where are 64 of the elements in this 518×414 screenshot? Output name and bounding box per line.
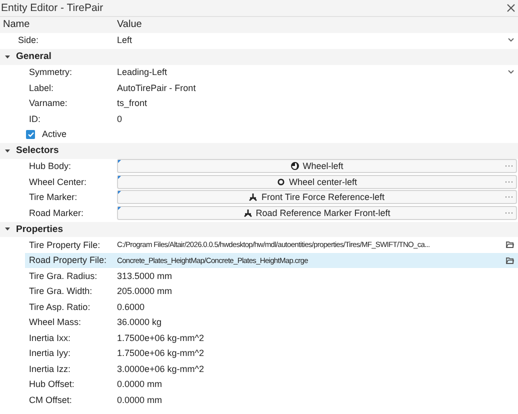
property-value[interactable]: 313.5000 mm [117,270,172,281]
property-value[interactable]: 0 [117,114,122,124]
folder-icon[interactable] [506,256,514,264]
property-value[interactable]: 0.0000 mm [117,394,162,405]
property-label: CM Offset: [28,394,73,405]
body-icon [290,162,299,170]
collapse-caret-icon[interactable] [5,54,10,59]
property-label: Tire Marker: [28,192,78,202]
property-value[interactable]: 0.6000 [117,302,145,312]
property-label: Tire Asp. Ratio: [28,302,92,312]
corner-mark-icon [118,160,121,164]
property-value[interactable]: 1.7500e+06 kg-mm^2 [117,332,204,343]
property-label: Inertia Ixx: [28,332,72,343]
section-title: Selectors [16,145,59,156]
entity-selector[interactable]: Front Tire Force Reference-left [117,190,517,204]
more-dots-icon[interactable] [505,210,513,216]
property-label: Varname: [28,98,68,108]
entity-selector[interactable]: Wheel center-left [117,174,517,189]
property-label: Tire Gra. Width: [28,286,94,296]
collapse-caret-icon[interactable] [5,148,10,153]
property-label: Road Marker: [28,208,85,218]
property-label: Road Property File: [28,255,108,266]
more-dots-icon[interactable] [505,163,513,170]
corner-mark-icon [118,191,121,194]
corner-mark-icon [118,206,121,210]
more-dots-icon[interactable] [505,194,513,200]
property-value[interactable]: AutoTirePair - Front [117,82,196,93]
section-title: General [16,51,52,62]
column-header: Value [117,19,143,30]
marker-icon [249,193,258,202]
checkbox[interactable] [26,130,35,139]
property-label: Inertia Iyy: [28,348,72,358]
dropdown-value[interactable]: Left [117,35,132,46]
property-label: Tire Gra. Radius: [28,270,98,281]
dropdown-value[interactable]: Leading-Left [117,67,168,78]
property-label: Wheel Mass: [28,317,82,328]
property-label: Inertia Izz: [28,364,72,374]
marker-icon [244,208,252,217]
window-title: Entity Editor - TirePair [1,2,104,14]
property-label: Label: [28,82,55,93]
property-label: Symmetry: [28,67,74,78]
checkbox-label: Active [42,129,67,140]
close-icon[interactable] [507,4,515,12]
point-icon [276,178,285,186]
property-value[interactable]: 0.0000 mm [117,379,162,390]
property-value[interactable]: 1.7500e+06 kg-mm^2 [117,348,204,358]
property-value[interactable]: 3.0000e+06 kg-mm^2 [117,364,204,374]
column-header: Name [2,19,31,30]
property-value[interactable]: ts_front [117,98,148,108]
property-label: Side: [17,35,40,46]
more-dots-icon[interactable] [505,178,513,185]
property-value[interactable]: 205.0000 mm [117,286,172,296]
property-label: Hub Body: [28,161,72,172]
section-title: Properties [16,224,63,235]
property-label: ID: [28,114,42,124]
collapse-caret-icon[interactable] [5,227,10,232]
property-label: Hub Offset: [28,379,76,390]
entity-selector[interactable]: Wheel-left [117,159,517,174]
property-label: Tire Property File: [28,240,102,250]
property-value[interactable]: 36.0000 kg [117,317,162,328]
corner-mark-icon [118,176,121,179]
folder-icon[interactable] [506,241,514,248]
property-label: Wheel Center: [28,176,88,187]
entity-selector[interactable]: Road Reference Marker Front-left [117,206,517,220]
